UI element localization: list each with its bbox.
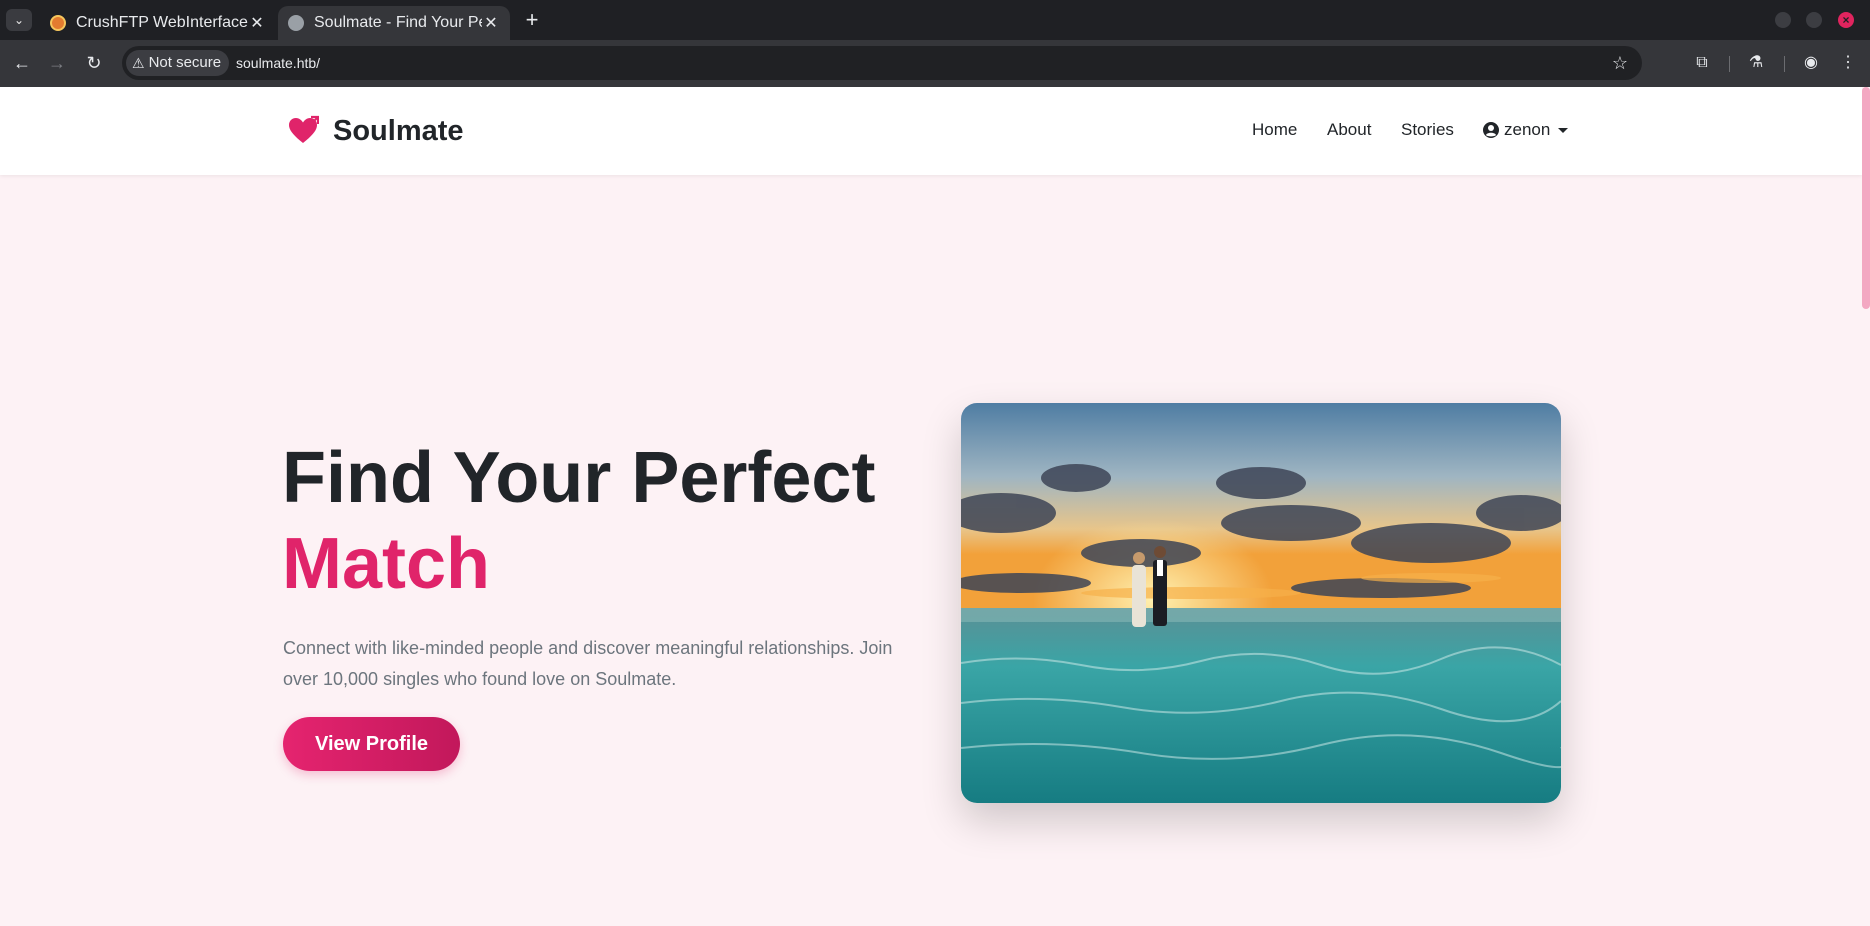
browser-tab-soulmate[interactable]: Soulmate - Find Your Perfect Match ✕ bbox=[278, 6, 510, 40]
close-icon[interactable]: ✕ bbox=[482, 13, 500, 33]
warning-icon: ⚠ bbox=[132, 55, 145, 71]
window-close-button[interactable]: × bbox=[1838, 12, 1854, 28]
globe-icon bbox=[288, 15, 304, 31]
site-navbar: Soulmate Home About Stories zenon bbox=[0, 87, 1862, 175]
bookmark-star-icon[interactable]: ☆ bbox=[1612, 46, 1628, 80]
hero-beach-couple-image bbox=[961, 403, 1561, 803]
scrollbar-thumb[interactable] bbox=[1862, 87, 1870, 309]
tab-title: Soulmate - Find Your Perfect Match bbox=[314, 14, 482, 31]
hero-title-accent: Match bbox=[282, 524, 491, 604]
toolbar-divider bbox=[1729, 56, 1730, 72]
maximize-button[interactable] bbox=[1806, 12, 1822, 28]
crushftp-favicon-icon bbox=[50, 15, 66, 31]
reload-icon[interactable]: ↻ bbox=[83, 52, 105, 74]
hero-title: Find Your Perfect bbox=[282, 438, 876, 518]
user-name: zenon bbox=[1504, 120, 1551, 139]
browser-tab-bar: ⌄ CrushFTP WebInterface ✕ Soulmate - Fin… bbox=[0, 0, 1870, 40]
new-tab-button[interactable]: + bbox=[520, 8, 544, 32]
view-profile-button[interactable]: View Profile bbox=[283, 717, 460, 771]
nav-home-link[interactable]: Home bbox=[1252, 120, 1297, 140]
address-bar[interactable]: ⚠ Not secure soulmate.htb/ ☆ bbox=[122, 46, 1642, 80]
security-label: Not secure bbox=[148, 54, 222, 71]
nav-stories-link[interactable]: Stories bbox=[1401, 120, 1454, 140]
browser-tab-crushftp[interactable]: CrushFTP WebInterface ✕ bbox=[40, 6, 276, 40]
hero-description: Connect with like-minded people and disc… bbox=[283, 638, 893, 689]
web-page: Soulmate Home About Stories zenon Find Y… bbox=[0, 87, 1870, 926]
toolbar-divider bbox=[1784, 56, 1785, 72]
user-dropdown[interactable]: zenon bbox=[1483, 120, 1569, 140]
tab-title: CrushFTP WebInterface bbox=[76, 14, 248, 31]
url-text[interactable]: soulmate.htb/ bbox=[236, 46, 320, 80]
security-indicator[interactable]: ⚠ Not secure bbox=[126, 50, 230, 76]
chevron-down-icon bbox=[1558, 127, 1569, 133]
menu-kebab-icon[interactable]: ⋮ bbox=[1837, 52, 1859, 74]
heart-arrow-icon bbox=[289, 115, 319, 143]
forward-arrow-icon[interactable]: → bbox=[46, 52, 68, 74]
page-scrollbar[interactable] bbox=[1862, 87, 1870, 926]
back-arrow-icon[interactable]: ← bbox=[11, 52, 33, 74]
hero-photo bbox=[961, 403, 1561, 803]
user-circle-icon bbox=[1483, 122, 1499, 138]
browser-toolbar: ← → ↻ ⚠ Not secure soulmate.htb/ ☆ ⧉ ⚗ ◉… bbox=[0, 40, 1870, 87]
tab-search-button[interactable]: ⌄ bbox=[6, 9, 32, 31]
brand-name: Soulmate bbox=[333, 114, 464, 147]
labs-flask-icon[interactable]: ⚗ bbox=[1745, 52, 1767, 74]
profile-icon[interactable]: ◉ bbox=[1800, 52, 1822, 74]
minimize-button[interactable] bbox=[1775, 12, 1791, 28]
brand-link[interactable]: Soulmate bbox=[287, 109, 464, 153]
extensions-icon[interactable]: ⧉ bbox=[1691, 52, 1713, 74]
nav-about-link[interactable]: About bbox=[1327, 120, 1371, 140]
close-icon[interactable]: ✕ bbox=[248, 13, 266, 33]
